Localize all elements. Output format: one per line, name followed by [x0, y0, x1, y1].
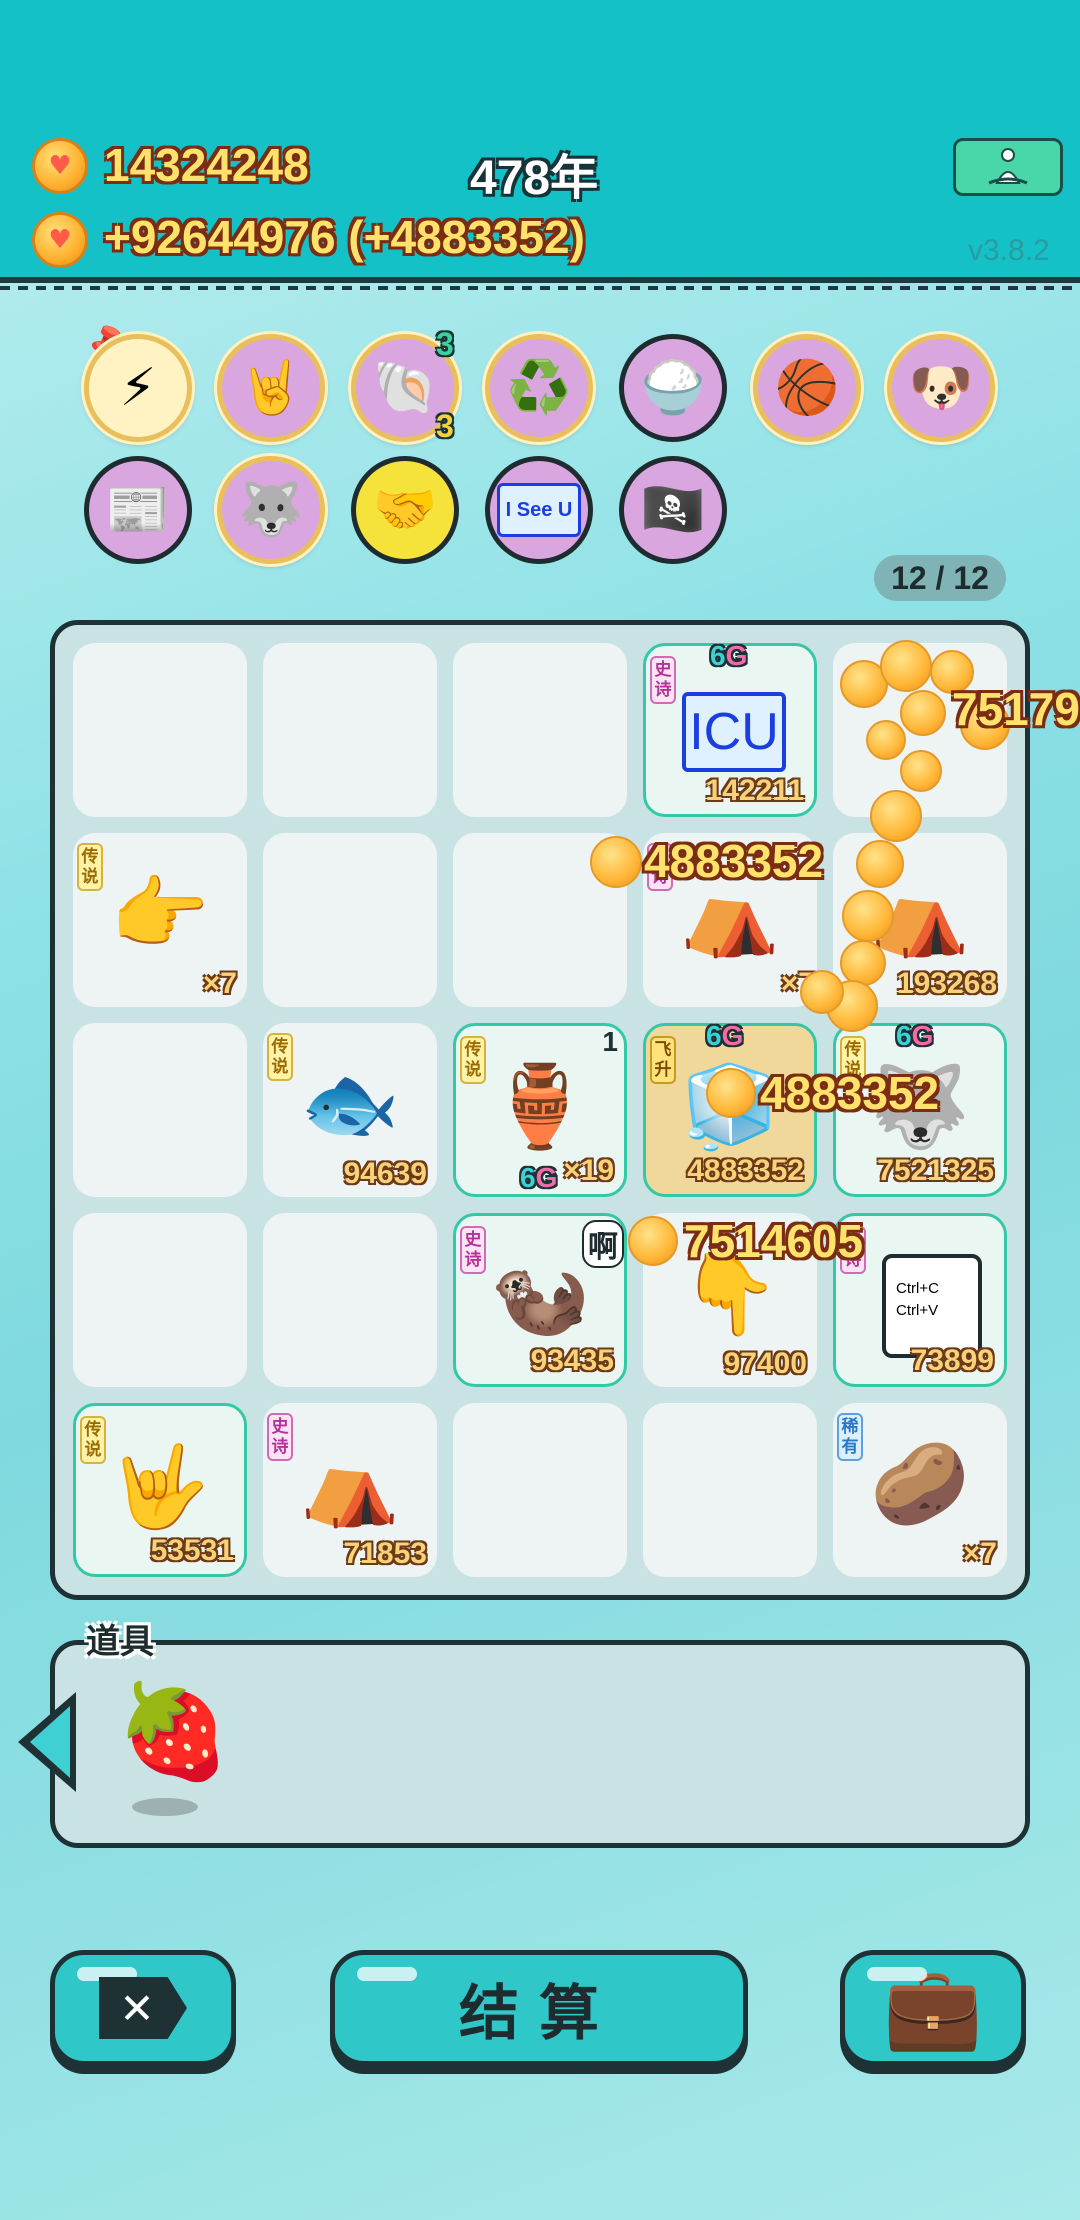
- unit-value: 7521325: [877, 1154, 994, 1187]
- shell-count-bottom: 3: [436, 408, 454, 444]
- coin-icon: [880, 640, 932, 692]
- tier-badge: 6G: [710, 640, 748, 671]
- coin-icon: ♥: [32, 138, 88, 194]
- coin-icon: [840, 940, 886, 986]
- coin-icon: [866, 720, 906, 760]
- empty-slot[interactable]: [263, 643, 437, 817]
- item-shadow: [132, 1798, 198, 1816]
- recycle-buff-icon[interactable]: ♻️: [485, 334, 593, 442]
- unit-value: 97400: [723, 1347, 807, 1380]
- empty-slot[interactable]: [453, 643, 627, 817]
- header-divider: [0, 286, 1080, 290]
- tier-badge: 6G: [520, 1162, 558, 1193]
- empty-slot[interactable]: [643, 1403, 817, 1577]
- floating-income: 4883352: [644, 835, 824, 887]
- rarity-tag: 史诗: [650, 656, 676, 704]
- unit-value: 73899: [910, 1344, 994, 1377]
- close-button[interactable]: ✕: [50, 1950, 236, 2066]
- unit-value: 142211: [705, 774, 804, 807]
- meditate-button[interactable]: [953, 138, 1063, 196]
- coin-icon: [870, 790, 922, 842]
- rock-hand-unit[interactable]: 传说 🤟 53531: [73, 1403, 247, 1577]
- potato-king-icon: 🥔: [870, 1437, 970, 1530]
- ctrl-line-2: Ctrl+V: [896, 1302, 939, 1319]
- coin-balance: 14324248: [104, 139, 309, 191]
- rabbit-tent-unit[interactable]: 史诗 ⛺ 71853: [263, 1403, 437, 1577]
- rice-bowls-buff-icon[interactable]: 🍚: [619, 334, 727, 442]
- pointing-hand-unit[interactable]: 传说 👉 ×7: [73, 833, 247, 1007]
- handshake-buff-icon[interactable]: 🤝: [351, 456, 459, 564]
- jade-vase-unit[interactable]: 传说 1 🏺 6G ×19: [453, 1023, 627, 1197]
- empty-slot[interactable]: [263, 833, 437, 1007]
- coin-income: +92644976 (+4883352): [104, 211, 585, 263]
- lightning-buff-icon[interactable]: ⚡: [84, 334, 192, 442]
- unit-value: 53531: [150, 1534, 234, 1567]
- unit-value: ×7: [962, 1537, 997, 1570]
- strawberry-icon[interactable]: 🍓: [116, 1686, 231, 1778]
- coin-icon: [800, 970, 844, 1014]
- floating-income: 75179: [952, 683, 1080, 735]
- coin-icon: [900, 690, 946, 736]
- unit-value: ×19: [563, 1154, 614, 1187]
- meerkat-unit[interactable]: 史诗 🦦 啊 93435: [453, 1213, 627, 1387]
- unit-value: 94639: [343, 1157, 427, 1190]
- unit-value: ×7: [202, 967, 237, 1000]
- coin-icon: [842, 890, 894, 942]
- settle-label: 结算: [459, 1978, 619, 2049]
- floating-income: 4883352: [760, 1067, 940, 1119]
- coin-icon: [856, 840, 904, 888]
- items-label: 道具: [86, 1622, 154, 1662]
- pointing-hand-icon: 👉: [110, 867, 210, 960]
- potato-king-unit[interactable]: 稀有 🥔 ×7: [833, 1403, 1007, 1577]
- unit-value: 93435: [530, 1344, 614, 1377]
- dogs-buff-icon[interactable]: 🐶: [887, 334, 995, 442]
- icu-icon: ICU: [682, 692, 786, 772]
- rabbit-tent-icon: ⛺: [300, 1437, 400, 1530]
- time-magazine-buff-icon[interactable]: 📰: [84, 456, 192, 564]
- tier-badge: 6G: [896, 1020, 934, 1051]
- tier-badge: 6G: [706, 1020, 744, 1051]
- empty-slot[interactable]: [73, 1023, 247, 1197]
- rock-hand-buff-icon[interactable]: 🤘: [217, 334, 325, 442]
- vase-icon: 🏺: [490, 1060, 590, 1153]
- version-label: v3.8.2: [968, 234, 1050, 267]
- floating-income: 7514605: [684, 1215, 864, 1267]
- ctrl-line-1: Ctrl+C: [896, 1280, 939, 1297]
- eye-patch-buff-icon[interactable]: 🏴‍☠️: [619, 456, 727, 564]
- husky-buff-icon[interactable]: 🐺: [217, 456, 325, 564]
- speech-bubble: 啊: [582, 1220, 624, 1268]
- coin-icon: ♥: [32, 212, 88, 268]
- coin-icon: [628, 1216, 678, 1266]
- shell-count-top: 3: [436, 326, 454, 362]
- coin-icon: [590, 836, 642, 888]
- rock-hand-icon: 🤟: [110, 1440, 210, 1533]
- i-see-u-buff-icon[interactable]: I See U: [485, 456, 593, 564]
- unit-value: 4883352: [687, 1154, 804, 1187]
- page-counter: 12 / 12: [874, 555, 1006, 601]
- empty-slot[interactable]: [453, 1403, 627, 1577]
- meditation-icon: [988, 148, 1028, 185]
- unit-value: 193268: [896, 967, 997, 1000]
- collapse-arrow-fill: [30, 1706, 70, 1778]
- icu-unit[interactable]: 史诗 6G ICU 142211: [643, 640, 817, 817]
- koi-fish-icon: 🐟: [300, 1057, 400, 1150]
- coin-icon: [900, 750, 942, 792]
- briefcase-icon: 💼: [883, 1961, 983, 2054]
- close-icon: ✕: [99, 1977, 187, 2039]
- briefcase-button[interactable]: 💼: [840, 1950, 1026, 2066]
- settle-button[interactable]: 结算: [330, 1950, 748, 2066]
- basketballs-buff-icon[interactable]: 🏀: [753, 334, 861, 442]
- koi-unit[interactable]: 传说 🐟 94639: [263, 1023, 437, 1197]
- empty-slot[interactable]: [73, 643, 247, 817]
- unit-value: 71853: [343, 1537, 427, 1570]
- year-counter: 478年: [470, 152, 599, 205]
- empty-slot[interactable]: [263, 1213, 437, 1387]
- empty-slot[interactable]: [73, 1213, 247, 1387]
- ctrl-card-icon: Ctrl+C Ctrl+V: [882, 1254, 982, 1358]
- coin-icon: [706, 1068, 756, 1118]
